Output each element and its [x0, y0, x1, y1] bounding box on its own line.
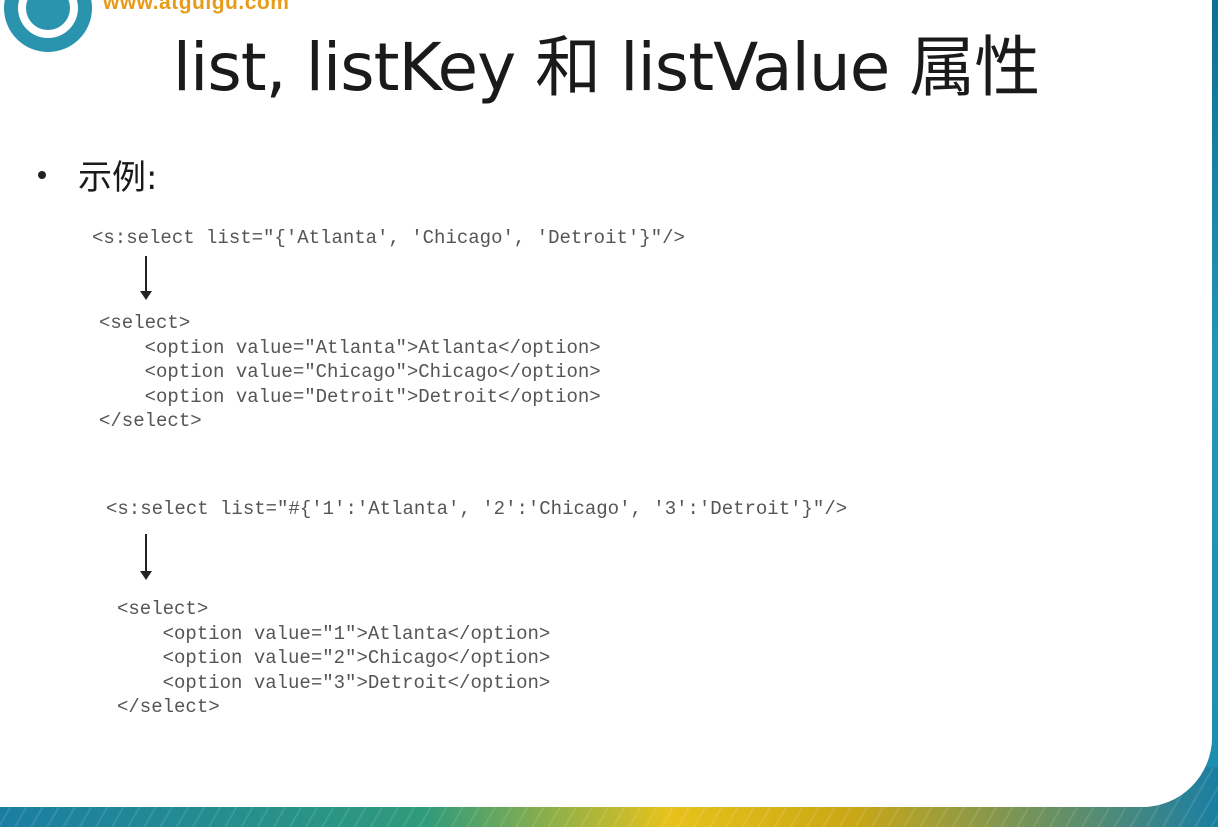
- example2-code-line: </select>: [117, 696, 220, 718]
- example2-code-line: <select>: [117, 598, 209, 620]
- bullet-label: 示例:: [78, 158, 158, 198]
- slide: www.atguigu.com list, listKey 和 listValu…: [0, 0, 1212, 807]
- example1-code-line: <option value="Detroit">Detroit</option>: [99, 385, 601, 408]
- example1-output: <select> <option value="Atlanta">Atlanta…: [99, 311, 601, 434]
- example2-output: <select> <option value="1">Atlanta</opti…: [117, 597, 550, 720]
- example1-code-line: <option value="Chicago">Chicago</option>: [99, 361, 601, 383]
- bullet-item: 示例:: [38, 150, 157, 199]
- example1-code-line: <select>: [99, 312, 191, 334]
- down-arrow-icon: [140, 256, 152, 300]
- bullet-icon: [38, 170, 46, 179]
- example2-code-line: <option value="2">Chicago</option>: [117, 647, 551, 669]
- slide-title: list, listKey 和 listValue 属性: [172, 29, 1041, 106]
- logo-url: www.atguigu.com: [103, 0, 290, 14]
- example1-source: <s:select list="{'Atlanta', 'Chicago', '…: [92, 227, 685, 249]
- example1-code-line: <option value="Atlanta">Atlanta</option>: [99, 336, 601, 359]
- example1-code-line: </select>: [99, 410, 202, 432]
- down-arrow-icon: [140, 534, 152, 580]
- example2-source: <s:select list="#{'1':'Atlanta', '2':'Ch…: [106, 498, 848, 520]
- example2-code-line: <option value="3">Detroit</option>: [117, 671, 551, 694]
- example2-code-line: <option value="1">Atlanta</option>: [117, 622, 551, 645]
